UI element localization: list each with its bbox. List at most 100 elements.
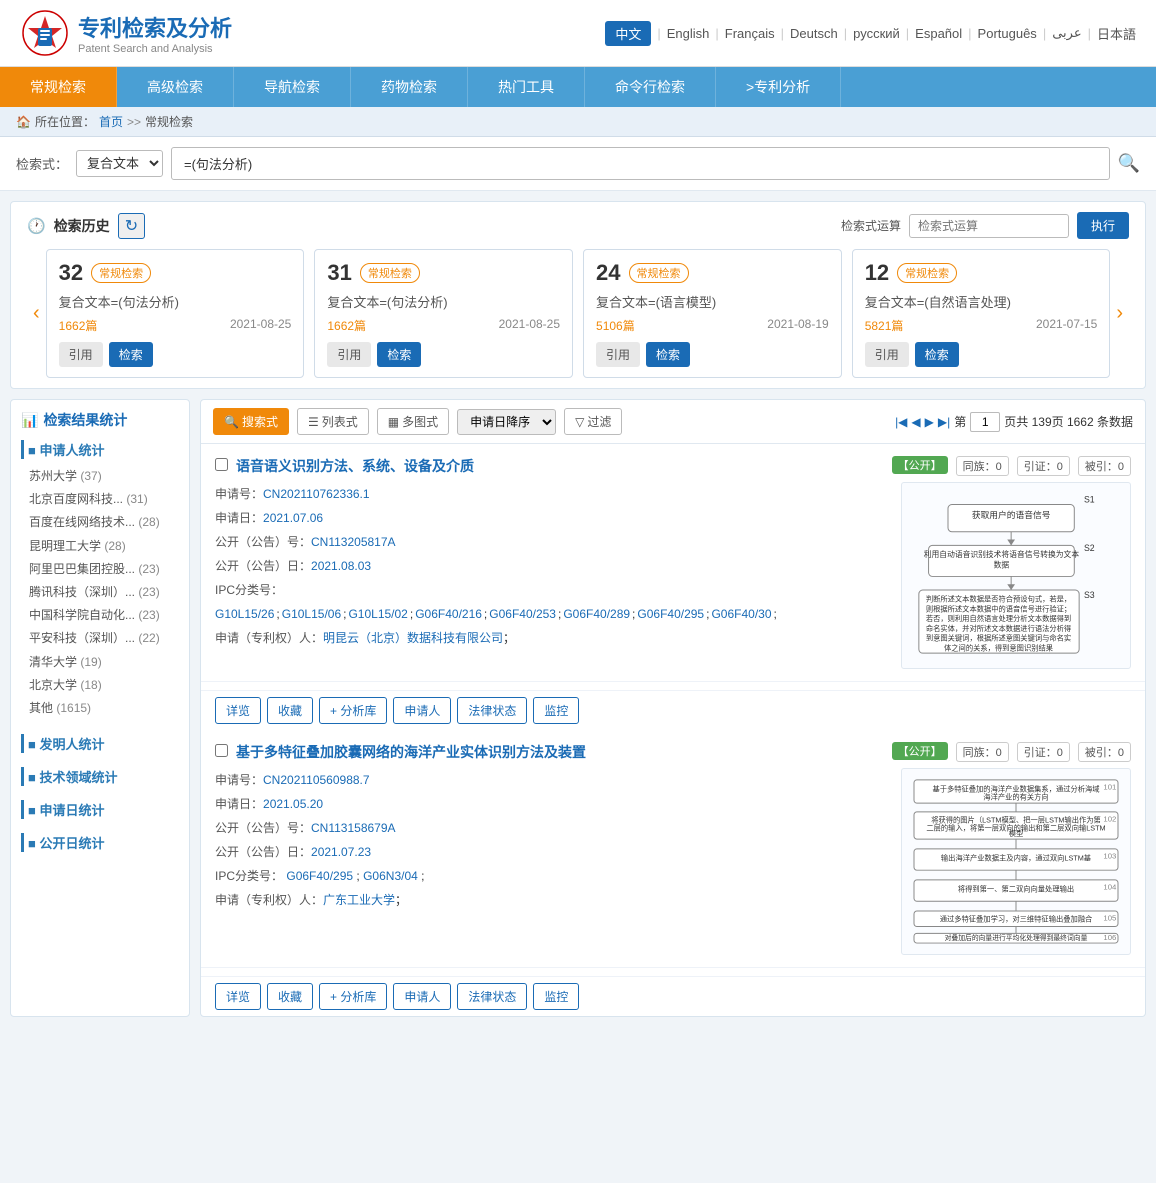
view-btn-grid[interactable]: ▦ 多图式 [377, 408, 449, 435]
nav-tab-navigate[interactable]: 导航检索 [234, 67, 351, 107]
sidebar-item-suzhou[interactable]: 苏州大学 (37) [21, 465, 179, 488]
result1-pubdate[interactable]: 2021.08.03 [311, 559, 371, 573]
sidebar-section-title-appdate[interactable]: ■ 申请日统计 [21, 800, 179, 819]
result1-title[interactable]: 语音语义识别方法、系统、设备及介质 [236, 456, 884, 476]
filter-button[interactable]: ▽ 过滤 [564, 408, 622, 435]
result1-appdate[interactable]: 2021.07.06 [263, 511, 323, 525]
history-prev-arrow[interactable]: ‹ [27, 302, 46, 325]
nav-tab-analysis[interactable]: >专利分析 [716, 67, 841, 107]
lang-zhcn[interactable]: 中文 [605, 21, 651, 46]
sidebar-section-title-tech[interactable]: ■ 技术领域统计 [21, 767, 179, 786]
result2-appdate[interactable]: 2021.05.20 [263, 797, 323, 811]
result2-analysis-btn[interactable]: + 分析库 [319, 983, 387, 1010]
lang-francais[interactable]: Français [725, 26, 775, 41]
lang-english[interactable]: English [667, 26, 710, 41]
result1-ipc-4[interactable]: G06F40/216 [415, 602, 482, 626]
result1-applicant-btn[interactable]: 申请人 [393, 697, 451, 724]
sidebar-item-tencent[interactable]: 腾讯科技（深圳）... (23) [21, 581, 179, 604]
lang-arabic[interactable]: عربى [1052, 25, 1081, 41]
card1-cite-button[interactable]: 引用 [59, 342, 103, 367]
result2-detail-btn[interactable]: 详览 [215, 983, 261, 1010]
lang-deutsch[interactable]: Deutsch [790, 26, 838, 41]
result2-ipc-1[interactable]: G06F40/295 [286, 869, 353, 883]
result1-ipc-1[interactable]: G10L15/26 [215, 602, 274, 626]
result1-ipc-2[interactable]: G10L15/06 [282, 602, 341, 626]
view-btn-search[interactable]: 🔍 搜索式 [213, 408, 289, 435]
card2-search-button[interactable]: 检索 [377, 342, 421, 367]
card2-cite-button[interactable]: 引用 [327, 342, 371, 367]
result2-applicant[interactable]: 广东工业大学 [323, 893, 395, 907]
nav-tab-regular[interactable]: 常规检索 [0, 67, 117, 107]
result2-applicant-btn[interactable]: 申请人 [393, 983, 451, 1010]
result2-checkbox[interactable] [215, 744, 228, 757]
result1-ipc-7[interactable]: G06F40/295 [637, 602, 704, 626]
history-refresh-button[interactable]: ↻ [118, 213, 145, 239]
history-next-arrow[interactable]: › [1110, 302, 1129, 325]
result1-analysis-btn[interactable]: + 分析库 [319, 697, 387, 724]
nav-tab-command[interactable]: 命令行检索 [585, 67, 716, 107]
card1-search-button[interactable]: 检索 [109, 342, 153, 367]
card4-cite-button[interactable]: 引用 [865, 342, 909, 367]
result1-pubno[interactable]: CN113205817A [311, 535, 396, 549]
page-last-icon[interactable]: ▶| [938, 415, 950, 429]
nav-tab-drug[interactable]: 药物检索 [351, 67, 468, 107]
card3-cite-button[interactable]: 引用 [596, 342, 640, 367]
sidebar-item-cas[interactable]: 中国科学院自动化... (23) [21, 604, 179, 627]
sidebar-item-tsinghua[interactable]: 清华大学 (19) [21, 651, 179, 674]
search-button[interactable]: 🔍 [1118, 153, 1140, 174]
card4-search-button[interactable]: 检索 [915, 342, 959, 367]
result1-detail-btn[interactable]: 详览 [215, 697, 261, 724]
result2-pubdate[interactable]: 2021.07.23 [311, 845, 371, 859]
breadcrumb-home[interactable]: 首页 [99, 113, 123, 130]
sidebar-item-alibaba[interactable]: 阿里巴巴集团控股... (23) [21, 558, 179, 581]
result1-ipc-8[interactable]: G06F40/30 [711, 602, 771, 626]
formula-input[interactable] [909, 214, 1069, 238]
sidebar-item-baidu-online[interactable]: 百度在线网络技术... (28) [21, 511, 179, 534]
result2-monitor-btn[interactable]: 监控 [533, 983, 579, 1010]
result1-legal-btn[interactable]: 法律状态 [457, 697, 527, 724]
page-next-icon[interactable]: ▶ [925, 415, 934, 429]
result2-title[interactable]: 基于多特征叠加胶囊网络的海洋产业实体识别方法及装置 [236, 742, 884, 762]
view-btn-list[interactable]: ☰ 列表式 [297, 408, 369, 435]
sidebar-item-pku[interactable]: 北京大学 (18) [21, 674, 179, 697]
result2-appno[interactable]: CN202110560988.7 [263, 773, 370, 787]
sidebar-item-baidu-net[interactable]: 北京百度网科技... (31) [21, 488, 179, 511]
nav-tab-advanced[interactable]: 高级检索 [117, 67, 234, 107]
sort-select[interactable]: 申请日降序 申请日升序 公开日降序 [457, 409, 556, 435]
search-input[interactable] [180, 152, 1101, 175]
result1-ipc-5[interactable]: G06F40/253 [489, 602, 556, 626]
sidebar-item-pingan[interactable]: 平安科技（深圳）... (22) [21, 627, 179, 650]
result1-ipc-3[interactable]: G10L15/02 [348, 602, 407, 626]
result1-collect-btn[interactable]: 收藏 [267, 697, 313, 724]
nav-tab-tools[interactable]: 热门工具 [468, 67, 585, 107]
lang-espanol[interactable]: Español [915, 26, 962, 41]
result2-legal-btn[interactable]: 法律状态 [457, 983, 527, 1010]
sidebar-item-others[interactable]: 其他 (1615) [21, 697, 179, 720]
sidebar-section-title-inventor[interactable]: ■ 发明人统计 [21, 734, 179, 753]
result-item-2: 基于多特征叠加胶囊网络的海洋产业实体识别方法及装置 【公开】 同族：0 引证：0… [201, 730, 1145, 968]
search-type-select[interactable]: 复合文本 [76, 150, 163, 177]
home-icon: 🏠 [16, 115, 31, 129]
page-prev-icon[interactable]: ◀ [911, 415, 920, 429]
result2-pubno[interactable]: CN113158679A [311, 821, 396, 835]
sidebar-item-kunming[interactable]: 昆明理工大学 (28) [21, 535, 179, 558]
result1-monitor-btn[interactable]: 监控 [533, 697, 579, 724]
lang-russian[interactable]: русский [853, 26, 900, 41]
lang-portugues[interactable]: Português [978, 26, 1037, 41]
result1-applicant[interactable]: 明昆云（北京）数据科技有限公司 [323, 631, 503, 645]
formula-exec-button[interactable]: 执行 [1077, 212, 1129, 239]
result1-ipc-6[interactable]: G06F40/289 [563, 602, 630, 626]
result2-ipc-2[interactable]: G06N3/04 [363, 869, 418, 883]
sidebar-section-title-pubdate[interactable]: ■ 公开日统计 [21, 833, 179, 852]
content-area: 📊 检索结果统计 ■ 申请人统计 苏州大学 (37) 北京百度网科技... (3… [10, 399, 1146, 1017]
lang-japanese[interactable]: 日本語 [1097, 24, 1136, 43]
card3-num: 24 [596, 260, 620, 286]
card3-search-button[interactable]: 检索 [646, 342, 690, 367]
result1-same: 同族：0 [956, 456, 1009, 476]
result2-collect-btn[interactable]: 收藏 [267, 983, 313, 1010]
page-first-icon[interactable]: |◀ [895, 415, 907, 429]
result1-checkbox[interactable] [215, 458, 228, 471]
result1-appno[interactable]: CN202110762336.1 [263, 487, 370, 501]
page-number-input[interactable] [970, 412, 1000, 432]
svg-text:105: 105 [1103, 914, 1116, 923]
